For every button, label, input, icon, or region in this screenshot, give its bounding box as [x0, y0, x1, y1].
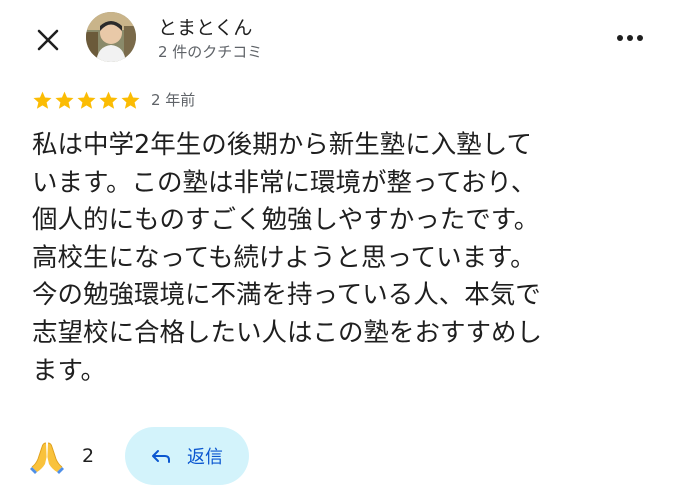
- review-text-line: 個人的にものすごく勉強しやすかったです。: [32, 205, 540, 236]
- reaction-button[interactable]: 2: [28, 434, 94, 478]
- more-options-button[interactable]: [612, 24, 648, 52]
- more-vert-dots-icon: [617, 35, 643, 41]
- reviewer-name[interactable]: とまとくん: [158, 13, 252, 40]
- reviewer-review-count: 2 件のクチコミ: [158, 43, 263, 61]
- review-text-line: ます。: [32, 355, 106, 386]
- star-icon: [77, 91, 96, 109]
- review-text: 私は中学2年生の後期から新生塾に入塾して います。この塾は非常に環境が整っており、…: [32, 127, 662, 390]
- review-text-line: います。この塾は非常に環境が整っており、: [32, 167, 537, 198]
- reply-button[interactable]: 返信: [125, 427, 249, 485]
- review-text-line: 今の勉強環境に不満を持っている人、本気で: [32, 280, 541, 311]
- review-text-line: 志望校に合格したい人はこの塾をおすすめし: [32, 317, 543, 348]
- review-date: 2 年前: [151, 91, 196, 109]
- reply-arrow-icon: [152, 450, 170, 463]
- reaction-count: 2: [82, 445, 95, 467]
- review-text-line: 高校生になっても続けようと思っています。: [32, 242, 536, 273]
- review-detail: とまとくん 2 件のクチコミ 2 年前 私は中学2年生の後期から新生塾に入塾して…: [0, 0, 682, 493]
- star-icon: [121, 91, 140, 109]
- avatar[interactable]: [86, 12, 136, 62]
- avatar-photo: [86, 12, 136, 62]
- close-button[interactable]: [30, 22, 66, 58]
- star-icon: [55, 91, 74, 109]
- folded-hands-emoji-icon: [30, 442, 64, 474]
- star-rating: [32, 90, 141, 111]
- review-text-line: 私は中学2年生の後期から新生塾に入塾して: [32, 130, 532, 160]
- star-icon: [99, 91, 118, 109]
- reply-button-label: 返信: [187, 447, 223, 468]
- star-icon: [33, 91, 52, 109]
- close-icon: [37, 29, 59, 51]
